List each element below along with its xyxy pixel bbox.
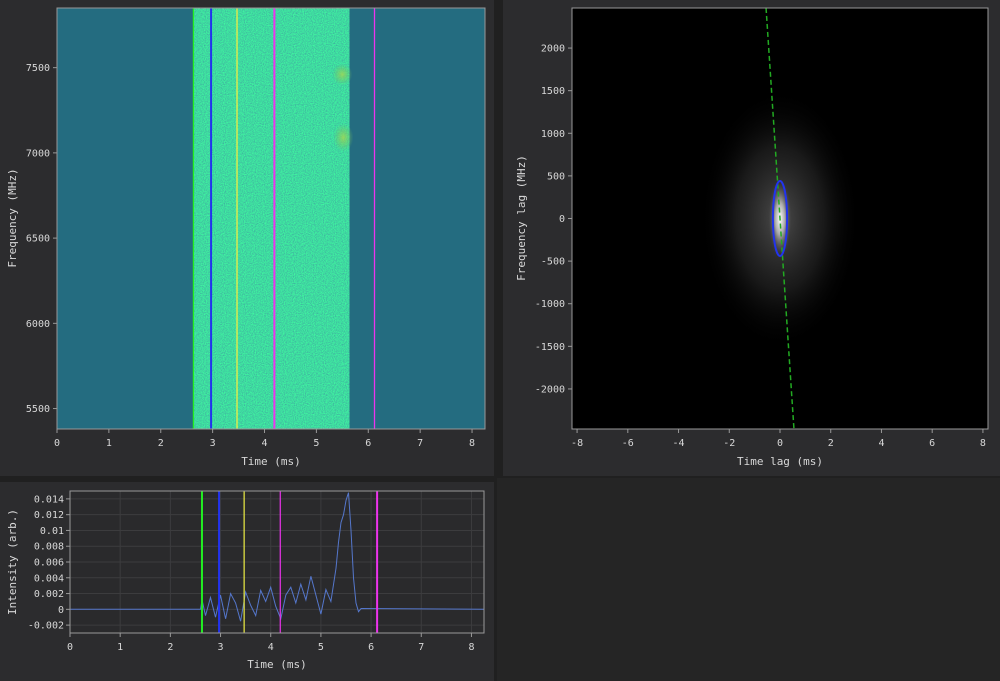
autocorrelation-chart: -8 -6 -4 -2 0 2 4 6 8 -2000 -1500 -1000 -500 0 500 100… — [515, 7, 989, 468]
ytick-label: 7000 — [26, 148, 50, 159]
empty-panel — [497, 478, 1000, 681]
xtick-label: 7 — [417, 438, 423, 449]
autocorrelation-panel: -8 -6 -4 -2 0 2 4 6 8 -2000 -1500 -1000 -500 0 500 100… — [503, 0, 1000, 476]
xtick-label: 2 — [167, 642, 173, 653]
ytick-label: -2000 — [535, 384, 565, 395]
ytick-label: 7500 — [26, 63, 50, 74]
xtick-label: 8 — [980, 438, 986, 449]
signal-region — [193, 8, 350, 429]
profile-chart: 012345678 -0.00200.0020.0040.0060.0080.0… — [6, 490, 485, 671]
ytick-label: 0.004 — [34, 573, 64, 584]
xtick-label: 8 — [469, 438, 475, 449]
ytick-label: 6500 — [26, 234, 50, 245]
ytick-label: 1500 — [541, 86, 565, 97]
xtick-label: -2 — [723, 438, 735, 449]
xtick-label: 6 — [368, 642, 374, 653]
ytick-label: -500 — [541, 257, 565, 268]
ytick-label: 1000 — [541, 129, 565, 140]
ytick-label: -0.002 — [28, 621, 64, 632]
profile-xlabel: Time (ms) — [247, 658, 307, 671]
ytick-label: 0 — [559, 214, 565, 225]
ytick-label: 5500 — [26, 404, 50, 415]
profile-panel: 012345678 -0.002 0 0.002 0.004 0.006 0.008 0.0… — [0, 482, 494, 681]
ytick-label: 0 — [58, 605, 64, 616]
ytick-label: 500 — [547, 171, 565, 182]
xtick-label: 4 — [878, 438, 884, 449]
ytick-label: -1000 — [535, 299, 565, 310]
ytick-label: 0.01 — [40, 526, 64, 537]
xtick-label: 4 — [261, 438, 267, 449]
xtick-label: -8 — [571, 438, 583, 449]
xtick-label: 2 — [828, 438, 834, 449]
xtick-label: 1 — [106, 438, 112, 449]
xtick-label: 6 — [929, 438, 935, 449]
ytick-label: 0.012 — [34, 510, 64, 521]
ytick-label: 0.006 — [34, 558, 64, 569]
xtick-label: 5 — [313, 438, 319, 449]
bright-patch — [333, 123, 354, 152]
xtick-label: 0 — [67, 642, 73, 653]
xtick-label: 3 — [218, 642, 224, 653]
xtick-label: 8 — [468, 642, 474, 653]
xtick-label: 6 — [365, 438, 371, 449]
ytick-label: 6000 — [26, 319, 50, 330]
xtick-label: 0 — [777, 438, 783, 449]
dynamic-spectrum-panel: 0 1 2 3 4 5 6 7 8 5500 6000 6500 7000 7500 Time (ms)… — [0, 0, 494, 476]
ytick-label: 0.014 — [34, 494, 64, 505]
xtick-label: 5 — [318, 642, 324, 653]
ytick-label: 0.002 — [34, 589, 64, 600]
profile-ylabel: Intensity (arb.) — [6, 509, 19, 615]
dynamic-spectrum-xlabel: Time (ms) — [241, 455, 301, 468]
bright-patch — [332, 63, 353, 86]
xtick-label: 2 — [158, 438, 164, 449]
dynamic-spectrum-chart: 0 1 2 3 4 5 6 7 8 5500 6000 6500 7000 7500 Time (ms)… — [6, 7, 486, 468]
autocorrelation-xlabel: Time lag (ms) — [737, 455, 823, 468]
xtick-label: 4 — [268, 642, 274, 653]
ytick-label: 0.008 — [34, 542, 64, 553]
ytick-label: 2000 — [541, 44, 565, 55]
autocorrelation-ylabel: Frequency lag (MHz) — [515, 155, 528, 281]
xtick-label: 0 — [54, 438, 60, 449]
xtick-label: 7 — [418, 642, 424, 653]
xtick-label: 3 — [210, 438, 216, 449]
xtick-label: 1 — [117, 642, 123, 653]
xtick-label: -4 — [673, 438, 685, 449]
ytick-label: -1500 — [535, 342, 565, 353]
dynamic-spectrum-ylabel: Frequency (MHz) — [6, 168, 19, 267]
xtick-label: -6 — [622, 438, 634, 449]
